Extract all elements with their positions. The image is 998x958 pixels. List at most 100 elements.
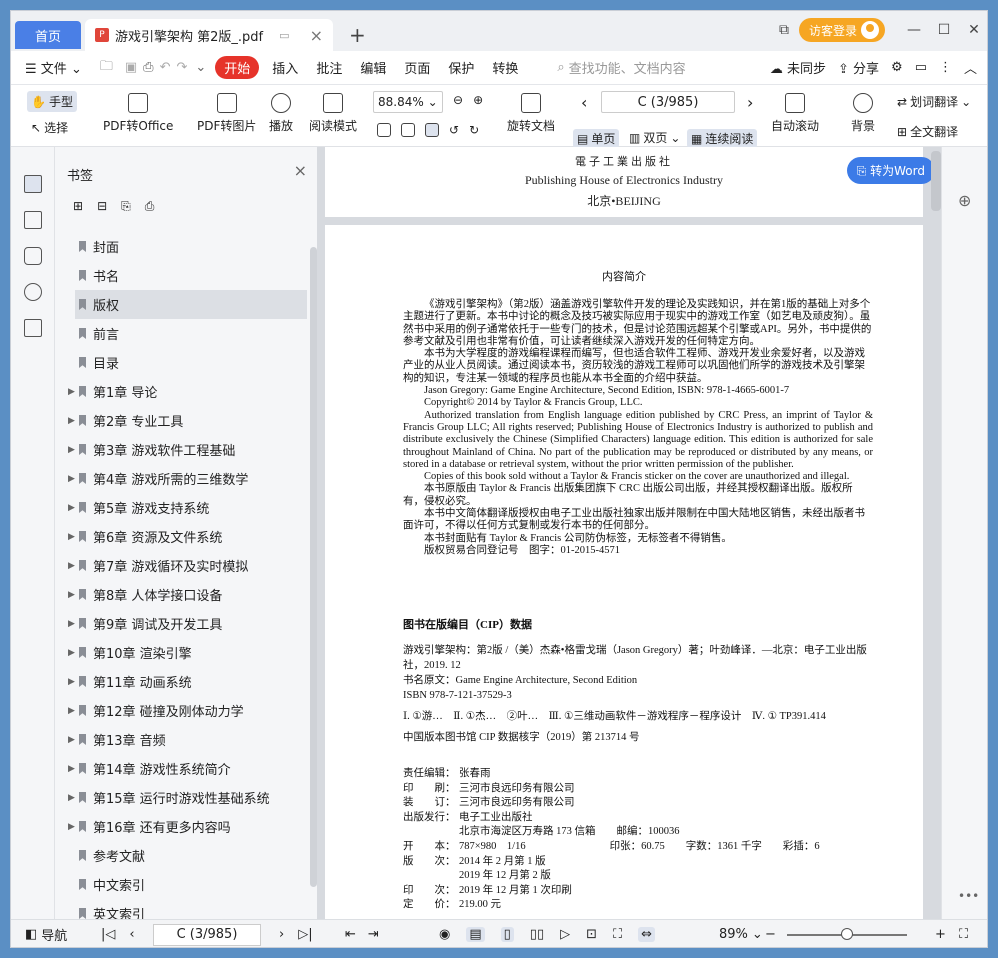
last-page-icon[interactable]: ▷| — [298, 927, 312, 942]
search-box[interactable]: ⌕ 查找功能、文档内容 — [557, 58, 685, 77]
add-child-bookmark-icon[interactable]: ⊟ — [97, 199, 107, 214]
bookmark-item[interactable]: ▶ 第4章 游戏所需的三维数学 — [55, 464, 307, 493]
play-button[interactable]: 播放 — [269, 93, 293, 134]
bookmark-item[interactable]: ▶ 第8章 人体学接口设备 — [55, 580, 307, 609]
redo-icon[interactable]: ↷ — [173, 60, 190, 75]
pin-icon[interactable]: ▭ — [279, 29, 289, 42]
bookmark-item[interactable]: ▶ 第11章 动画系统 — [55, 667, 307, 696]
bookmark-item[interactable]: ▶ 第9章 调试及开发工具 — [55, 609, 307, 638]
navigation-toggle[interactable]: ◧ 导航 — [25, 925, 67, 944]
full-translate-button[interactable]: ⊞ 全文翻译 — [897, 123, 958, 140]
undo-icon[interactable]: ↶ — [157, 60, 174, 75]
expand-arrow-icon[interactable]: ▶ — [68, 532, 75, 542]
expand-arrow-icon[interactable]: ▶ — [68, 822, 75, 832]
bookmark-item[interactable]: ▶ 第16章 还有更多内容吗 — [55, 812, 307, 841]
add-bookmark-icon[interactable]: ⊞ — [73, 199, 83, 214]
expand-arrow-icon[interactable]: ▶ — [68, 764, 75, 774]
pdf-to-image-button[interactable]: PDF转图片 — [197, 93, 256, 134]
prev-page-status-icon[interactable]: ‹ — [129, 927, 134, 942]
tab-edit[interactable]: 编辑 — [351, 58, 395, 77]
bookmark-item[interactable]: 参考文献 — [55, 841, 307, 870]
next-page-icon[interactable]: › — [747, 93, 753, 112]
next-page-status-icon[interactable]: › — [279, 927, 284, 942]
select-tool-button[interactable]: ↖ 选择 — [31, 119, 68, 136]
zoom-dropdown[interactable]: 89% ⌄ — [719, 927, 763, 942]
zoom-out-icon[interactable]: ⊖ — [453, 93, 463, 107]
signature-icon[interactable] — [24, 319, 42, 337]
more-icon[interactable]: ⋮ — [939, 60, 952, 75]
sync-button[interactable]: ☁ 未同步 — [770, 58, 826, 77]
back-icon[interactable]: ⇤ — [345, 927, 356, 942]
expand-arrow-icon[interactable]: ▶ — [68, 619, 75, 629]
rotate-left-icon[interactable]: ↺ — [449, 123, 459, 137]
bookmark-item[interactable]: ▶ 第15章 运行时游戏性基础系统 — [55, 783, 307, 812]
tab-document[interactable]: P 游戏引擎架构 第2版_.pdf ▭ × — [85, 19, 333, 51]
fit-width-icon[interactable] — [425, 123, 439, 137]
hand-tool-button[interactable]: ✋ 手型 — [27, 91, 77, 112]
pdf-to-office-button[interactable]: PDF转Office — [103, 93, 173, 134]
bookmark-item[interactable]: 目录 — [55, 348, 307, 377]
comments-icon[interactable] — [24, 247, 42, 265]
expand-arrow-icon[interactable]: ▶ — [68, 503, 75, 513]
bookmark-item[interactable]: 书名 — [55, 261, 307, 290]
fullscreen-icon[interactable]: ⛶ — [959, 927, 968, 942]
zoom-out-status-icon[interactable]: − — [765, 927, 776, 942]
tab-convert[interactable]: 转换 — [483, 58, 527, 77]
bookmark-icon[interactable]: ⎘ — [121, 199, 131, 214]
close-window-icon[interactable]: ✕ — [959, 22, 987, 38]
tab-page[interactable]: 页面 — [395, 58, 439, 77]
background-button[interactable]: 背景 — [851, 93, 875, 134]
word-translate-button[interactable]: ⇄ 划词翻译 ⌄ — [897, 93, 971, 110]
actual-size-status-icon[interactable]: ⊡ — [586, 927, 597, 942]
expand-arrow-icon[interactable]: ▶ — [68, 648, 75, 658]
single-page-button[interactable]: ▤ 单页 — [573, 129, 620, 148]
close-panel-icon[interactable]: × — [294, 161, 307, 180]
expand-arrow-icon[interactable]: ▶ — [68, 474, 75, 484]
tab-annotate[interactable]: 批注 — [307, 58, 351, 77]
bookmark-item[interactable]: ▶ 第12章 碰撞及刚体动力学 — [55, 696, 307, 725]
share-button[interactable]: ⇪ 分享 — [838, 58, 879, 77]
bookmark-item[interactable]: ▶ 第14章 游戏性系统简介 — [55, 754, 307, 783]
page-number-input[interactable]: C (3/985) — [601, 91, 735, 113]
expand-arrow-icon[interactable]: ▶ — [68, 445, 75, 455]
first-page-icon[interactable]: |◁ — [101, 927, 115, 942]
document-scrollbar[interactable] — [931, 151, 941, 211]
maximize-icon[interactable]: ☐ — [929, 22, 959, 38]
bookmark-item[interactable]: ▶ 第5章 游戏支持系统 — [55, 493, 307, 522]
open-icon[interactable]: 🗀 — [91, 57, 122, 79]
bookmark-item[interactable]: ▶ 第2章 专业工具 — [55, 406, 307, 435]
expand-arrow-icon[interactable]: ▶ — [68, 387, 75, 397]
double-view-icon[interactable]: ▯▯ — [530, 927, 544, 942]
continuous-view-icon[interactable]: ▤ — [466, 927, 485, 942]
bookmark-item[interactable]: 版权 — [75, 290, 307, 319]
eye-protect-icon[interactable]: ◉ — [439, 927, 450, 942]
convert-to-word-button[interactable]: ⎘ 转为Word — [846, 157, 935, 184]
rotate-right-icon[interactable]: ↻ — [469, 123, 479, 137]
bookmark-item[interactable]: 中文索引 — [55, 870, 307, 899]
actual-size-icon[interactable] — [377, 123, 391, 137]
more-quick-icon[interactable]: ⌄ — [190, 60, 211, 75]
expand-arrow-icon[interactable]: ▶ — [68, 735, 75, 745]
bookmark-item[interactable]: 前言 — [55, 319, 307, 348]
bookmark-item[interactable]: ▶ 第6章 资源及文件系统 — [55, 522, 307, 551]
forward-icon[interactable]: ⇥ — [368, 927, 379, 942]
attachment-icon[interactable] — [24, 283, 42, 301]
translate-panel-icon[interactable]: ⊕ — [958, 191, 971, 210]
expand-arrow-icon[interactable]: ▶ — [68, 677, 75, 687]
fit-page-icon[interactable] — [401, 123, 415, 137]
settings-icon[interactable]: ⚙ — [891, 60, 903, 75]
bookmark-item[interactable]: ▶ 第3章 游戏软件工程基础 — [55, 435, 307, 464]
bookmark-panel-icon[interactable] — [24, 175, 42, 193]
zoom-select[interactable]: 88.84% ⌄ — [373, 91, 443, 113]
auto-scroll-button[interactable]: 自动滚动 — [771, 93, 819, 134]
minimize-icon[interactable]: — — [899, 22, 929, 38]
close-tab-icon[interactable]: × — [310, 26, 323, 45]
expand-arrow-icon[interactable]: ▶ — [68, 561, 75, 571]
tab-insert[interactable]: 插入 — [263, 58, 307, 77]
zoom-in-status-icon[interactable]: + — [935, 927, 946, 942]
fit-width-status-icon[interactable]: ⇔ — [638, 927, 656, 942]
more-tools-icon[interactable]: ••• — [958, 889, 979, 903]
expand-arrow-icon[interactable]: ▶ — [68, 706, 75, 716]
thumbnail-icon[interactable] — [24, 211, 42, 229]
tab-start[interactable]: 开始 — [215, 56, 260, 79]
